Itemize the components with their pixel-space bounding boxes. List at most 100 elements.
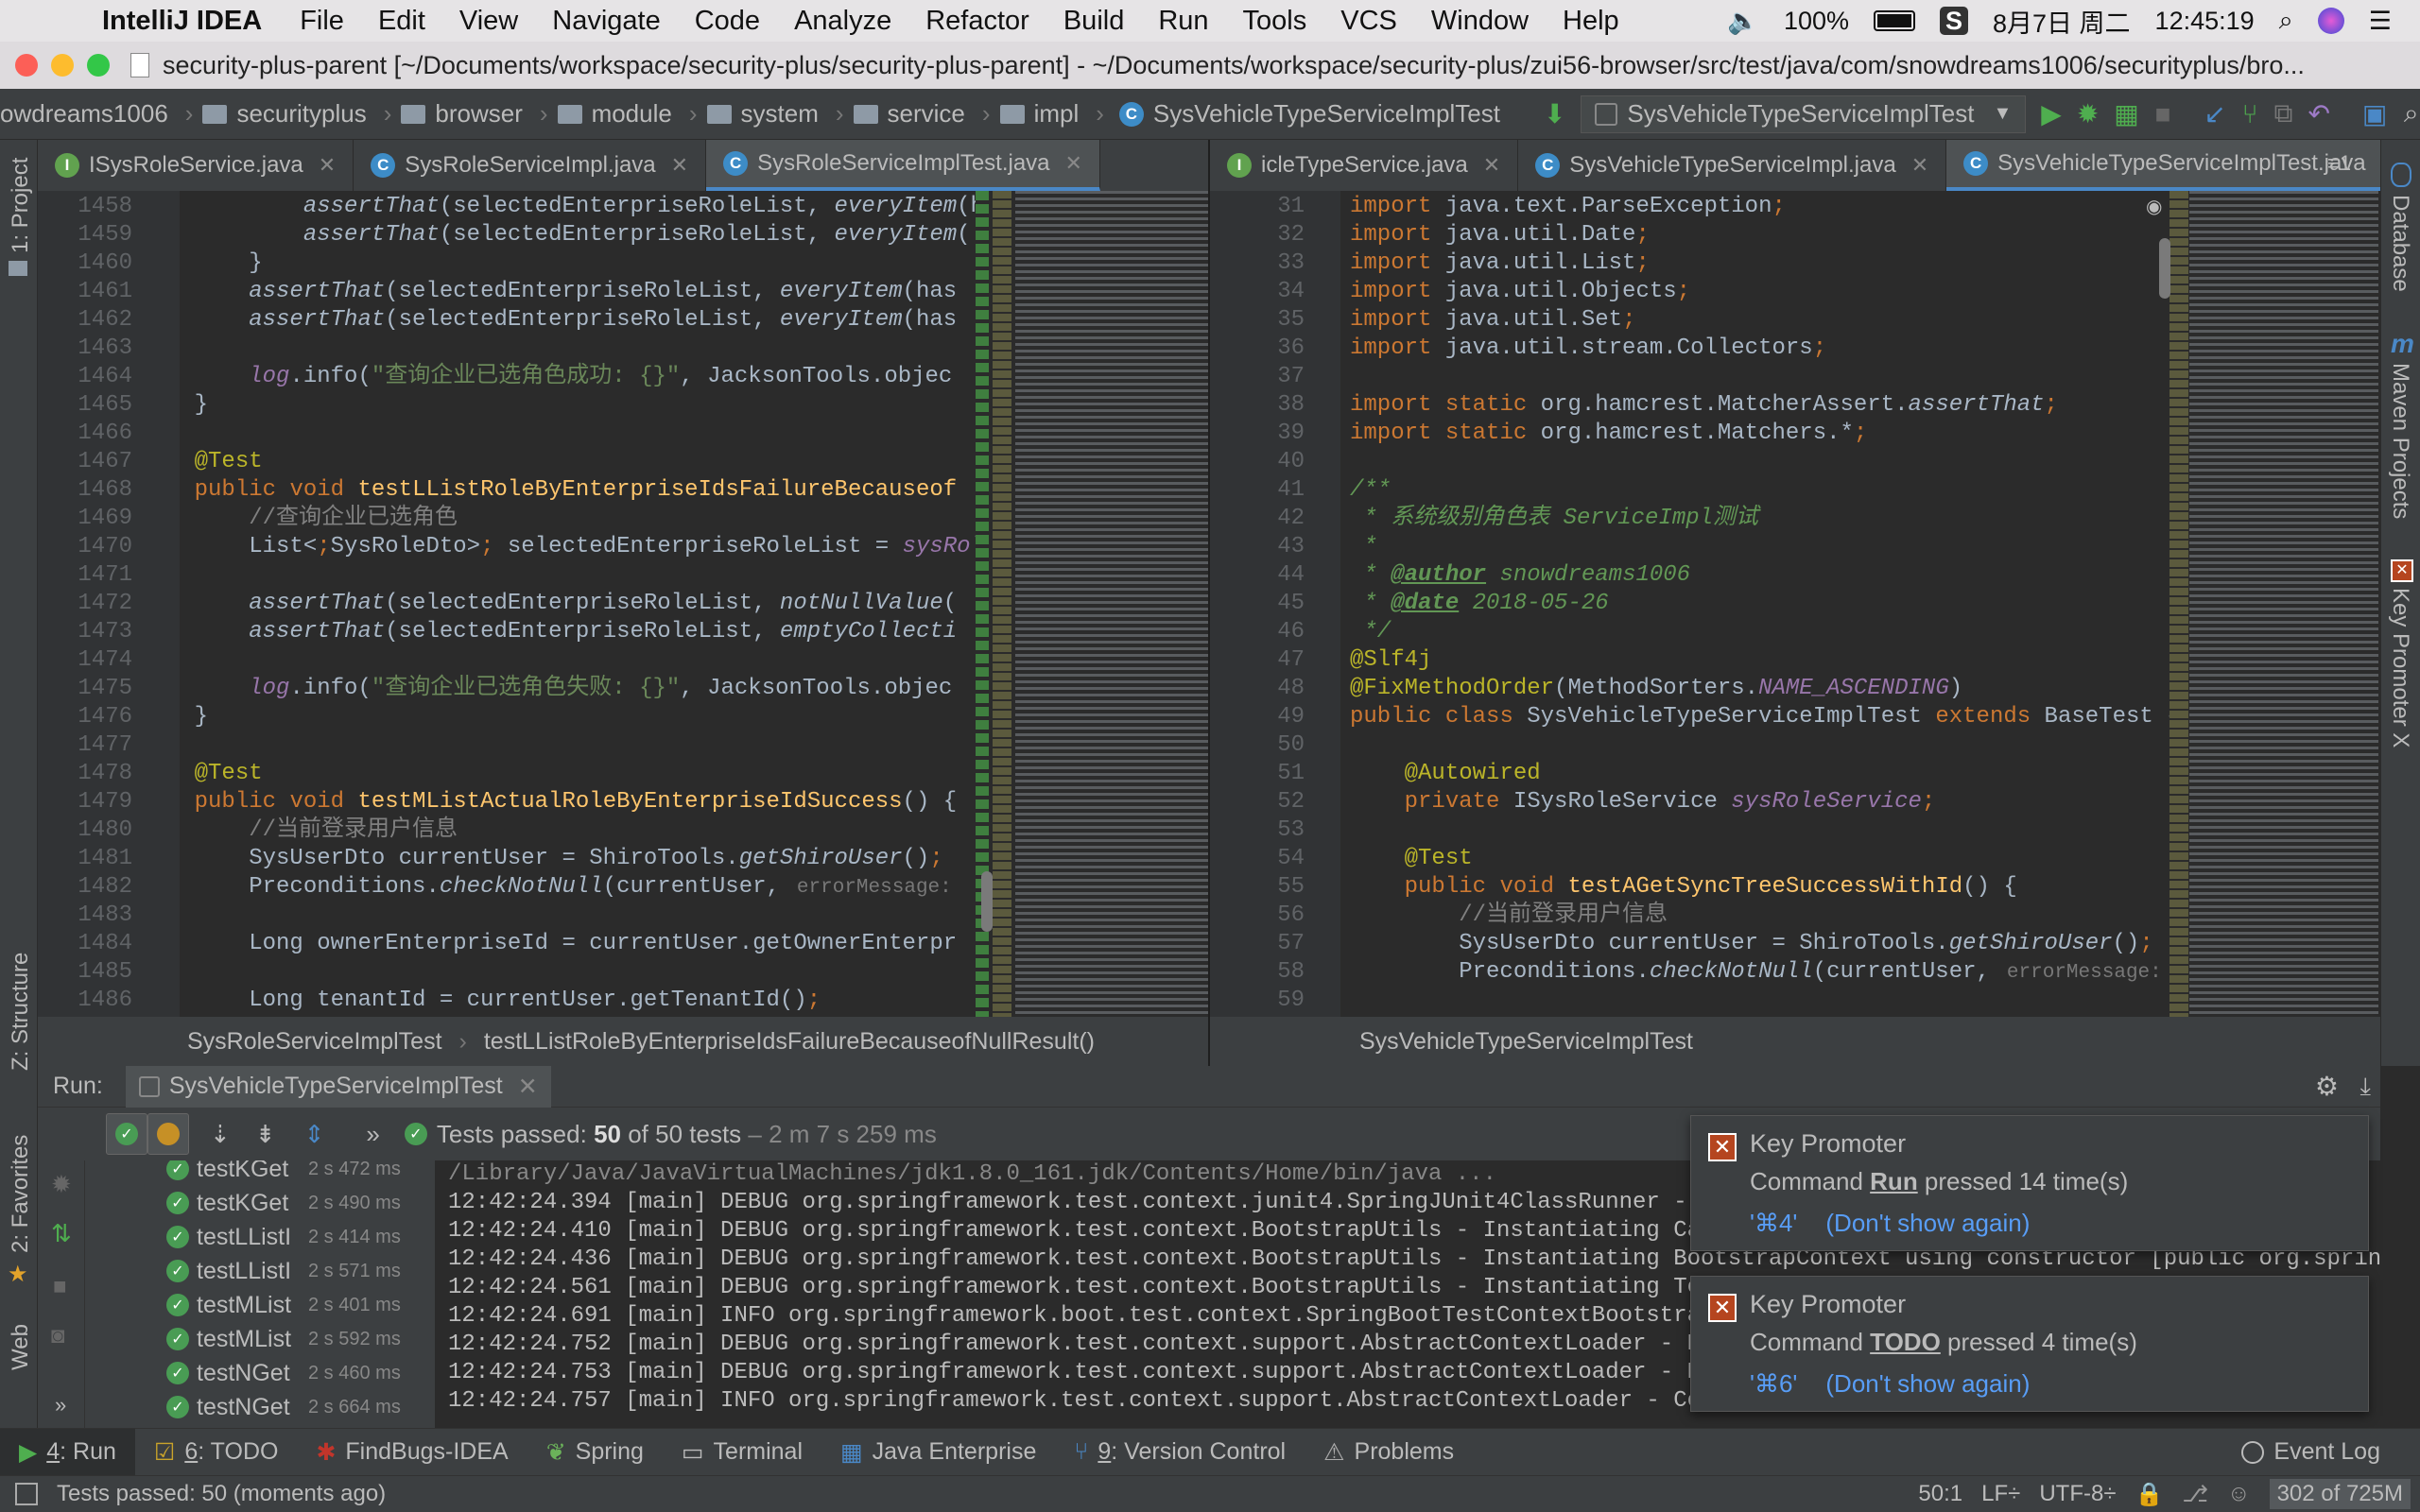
more-icon[interactable]: »	[55, 1393, 66, 1418]
test-result-row[interactable]: ✓ testNGet 2 s 460 ms	[85, 1359, 424, 1387]
sort-by-duration-icon[interactable]: ⇟	[255, 1120, 276, 1149]
volume-icon[interactable]: 🔈	[1727, 6, 1759, 36]
run-configuration-selector[interactable]: SysVehicleTypeServiceImplTest ▼	[1581, 94, 2027, 133]
project-structure-icon[interactable]: ▣	[2362, 99, 2387, 129]
zoom-window-icon[interactable]	[87, 54, 110, 77]
menu-edit[interactable]: Edit	[361, 6, 442, 37]
breadcrumb-class[interactable]: C SysVehicleTypeServiceImplTest	[1118, 99, 1510, 129]
editor-tab[interactable]: IicleTypeService.java ✕	[1210, 140, 1519, 191]
close-tab-icon[interactable]: ✕	[1911, 153, 1928, 178]
caret-position[interactable]: 50:1	[1918, 1481, 1962, 1507]
scrollbar-thumb[interactable]	[2159, 238, 2170, 299]
menu-vcs[interactable]: VCS	[1323, 6, 1414, 37]
close-window-icon[interactable]	[15, 54, 38, 77]
git-branch-icon[interactable]: ⎇	[2182, 1481, 2208, 1508]
file-encoding[interactable]: UTF-8÷	[2039, 1481, 2116, 1507]
s-app-icon[interactable]: S	[1940, 7, 1968, 35]
gear-icon[interactable]: ⚙	[2315, 1071, 2339, 1102]
siri-icon[interactable]	[2317, 8, 2344, 34]
menu-help[interactable]: Help	[1546, 6, 1636, 37]
breadcrumb-item[interactable]: owdreams1006 ›	[0, 99, 202, 129]
right-breadcrumb-class[interactable]: SysVehicleTypeServiceImplTest	[1359, 1028, 1693, 1056]
test-result-row[interactable]: ✓ testKGet 2 s 472 ms	[85, 1160, 424, 1183]
test-result-row[interactable]: ✓ testKGet 2 s 490 ms	[85, 1189, 424, 1217]
menubar-time[interactable]: 12:45:19	[2155, 7, 2255, 36]
tool-tab-terminal[interactable]: ▭ Terminal	[663, 1429, 821, 1476]
app-name-menu[interactable]: IntelliJ IDEA	[66, 6, 283, 37]
camera-icon[interactable]: ◙	[51, 1323, 65, 1349]
test-result-row[interactable]: ✓ testMList 2 s 401 ms	[85, 1291, 424, 1319]
menu-refactor[interactable]: Refactor	[908, 6, 1046, 37]
vcs-update-icon[interactable]: ↙	[2204, 99, 2225, 129]
key-promoter-popup[interactable]: ✕ Key Promoter Command Run pressed 14 time…	[1690, 1115, 2369, 1251]
breadcrumb-item[interactable]: module ›	[557, 99, 707, 129]
event-log-button[interactable]: Event Log	[2222, 1429, 2399, 1476]
tool-tab-javaenterprise[interactable]: ▦ Java Enterprise	[821, 1429, 1055, 1476]
maven-tool-button[interactable]: Maven Projects	[2387, 363, 2413, 519]
breadcrumb-item[interactable]: service ›	[853, 99, 1000, 129]
dont-show-again-link[interactable]: (Don't show again)	[1825, 1209, 2030, 1237]
test-result-row[interactable]: ✓ testLListI 2 s 414 ms	[85, 1223, 424, 1251]
test-result-row[interactable]: ✓ testMList 2 s 592 ms	[85, 1325, 424, 1353]
vcs-revert-icon[interactable]: ↶	[2308, 99, 2329, 129]
left-breadcrumb-class[interactable]: SysRoleServiceImplTest	[187, 1028, 442, 1056]
breadcrumb-item[interactable]: securityplus ›	[202, 99, 401, 129]
tool-tab-findbugsidea[interactable]: ✱ FindBugs-IDEA	[297, 1429, 527, 1476]
editor-tab[interactable]: CSysVehicleTypeServiceImplTest.java✕	[1946, 140, 2380, 191]
coverage-icon[interactable]: ▦	[2114, 99, 2138, 129]
sort-alphabetically-icon[interactable]: ⇣	[210, 1120, 231, 1149]
run-tab[interactable]: SysVehicleTypeServiceImplTest ✕	[125, 1065, 551, 1108]
menu-view[interactable]: View	[442, 6, 535, 37]
project-tool-button[interactable]: 1: Project	[8, 158, 34, 253]
test-result-row[interactable]: ✓ testLListI 2 s 571 ms	[85, 1257, 424, 1285]
tool-tab-versioncontrol[interactable]: ⑂ 9: Version Control	[1055, 1429, 1305, 1476]
search-everywhere-icon[interactable]: ⌕	[2402, 98, 2420, 129]
menu-run[interactable]: Run	[1141, 6, 1225, 37]
menu-navigate[interactable]: Navigate	[535, 6, 677, 37]
editor-tab[interactable]: C SysRoleServiceImpl.java ✕	[354, 140, 707, 191]
favorites-tool-button[interactable]: 2: Favorites	[8, 1135, 34, 1253]
code-minimap[interactable]	[2189, 191, 2378, 1017]
menubar-date[interactable]: 8月7日 周二	[1993, 3, 2131, 40]
editor-tab[interactable]: C SysRoleServiceImplTest.java ✕	[706, 140, 1100, 191]
web-tool-button[interactable]: Web	[8, 1324, 34, 1370]
close-tab-icon[interactable]: ✕	[1483, 153, 1500, 178]
debug-icon[interactable]: ✹	[2077, 99, 2099, 129]
lock-icon[interactable]: 🔒	[2135, 1481, 2164, 1508]
memory-indicator[interactable]: 302 of 725M	[2269, 1479, 2411, 1509]
menu-build[interactable]: Build	[1046, 6, 1142, 37]
expand-all-icon[interactable]: ⇕	[304, 1120, 325, 1149]
more-actions-icon[interactable]: »	[366, 1120, 379, 1149]
breadcrumb-item[interactable]: browser ›	[401, 99, 557, 129]
close-tab-icon[interactable]: ✕	[671, 153, 688, 178]
breadcrumb-item[interactable]: impl ›	[999, 99, 1114, 129]
run-icon[interactable]: ▶	[2041, 99, 2062, 129]
stop-run-icon[interactable]: ■	[53, 1274, 67, 1300]
show-passed-toggle[interactable]: ✓	[106, 1113, 147, 1155]
hector-icon[interactable]: ☺	[2227, 1481, 2251, 1507]
shortcut-link[interactable]: '⌘6'	[1750, 1369, 1797, 1398]
line-separator[interactable]: LF÷	[1981, 1481, 2020, 1507]
toggle-tool-windows-icon[interactable]	[15, 1483, 38, 1505]
inspection-eye-icon[interactable]: ◉	[2146, 195, 2162, 218]
stop-icon[interactable]: ■	[2154, 99, 2172, 129]
toggle-layout-icon[interactable]: ⇅	[51, 1219, 72, 1248]
right-code-editor[interactable]: 31 import java.text.ParseException; 32 impo…	[1210, 191, 2380, 1017]
menu-file[interactable]: File	[283, 6, 361, 37]
key-promoter-tool-button[interactable]: Key Promoter X	[2387, 588, 2413, 747]
test-result-row[interactable]: ✓ testNGet 2 s 664 ms	[85, 1393, 424, 1421]
show-ignored-toggle[interactable]	[147, 1113, 189, 1155]
menu-code[interactable]: Code	[678, 6, 777, 37]
scrollbar-thumb[interactable]	[981, 871, 993, 932]
close-tab-icon[interactable]: ✕	[1065, 151, 1082, 176]
menu-analyze[interactable]: Analyze	[777, 6, 908, 37]
editor-tab[interactable]: C SysVehicleTypeServiceImpl.java ✕	[1518, 140, 1947, 191]
close-icon[interactable]: ✕	[518, 1073, 538, 1101]
spotlight-search-icon[interactable]: ⌕	[2279, 6, 2293, 36]
build-icon[interactable]: ⬇	[1544, 99, 1565, 129]
close-tab-icon[interactable]: ✕	[319, 153, 336, 178]
shortcut-link[interactable]: '⌘4'	[1750, 1209, 1797, 1237]
code-minimap[interactable]	[1015, 191, 1208, 1017]
debug-rerun-icon[interactable]: ✹	[51, 1170, 72, 1199]
editor-tab[interactable]: I ISysRoleService.java ✕	[38, 140, 354, 191]
